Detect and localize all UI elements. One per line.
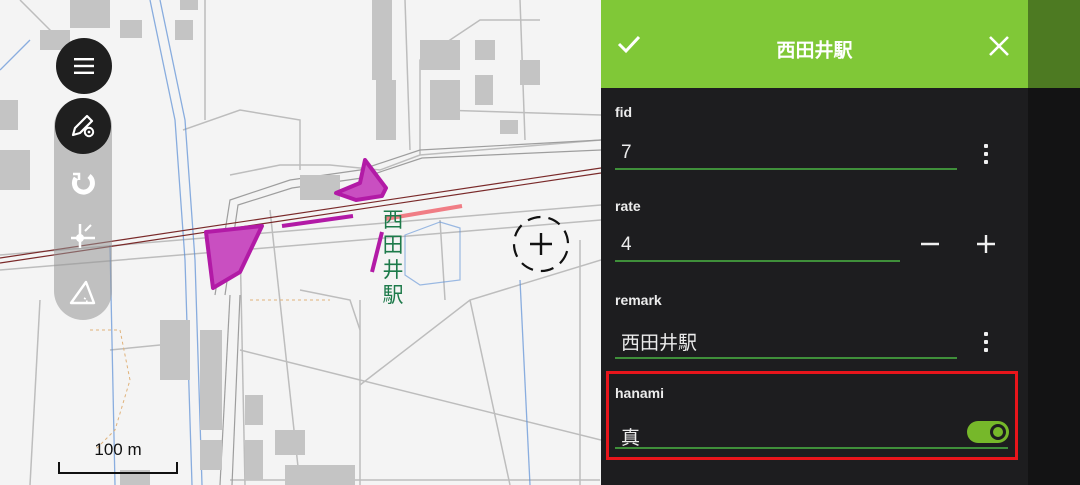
station-label-char: 田 [382,233,404,257]
hanami-toggle[interactable] [967,421,1009,443]
fid-underline [615,168,957,170]
field-label-remark: remark [615,292,662,308]
field-fid: fid 7 [615,100,1015,176]
digitizing-toolbar [54,98,112,320]
fid-more-menu-icon[interactable] [981,143,991,167]
field-hanami: hanami 真 [615,383,1015,453]
station-label-char: 井 [382,258,404,282]
digitize-settings-button[interactable] [55,98,111,154]
form-title: 西田井駅 [776,40,853,62]
fid-input[interactable]: 7 [621,142,632,164]
pencil-gear-icon [71,114,95,138]
form-header: 西田井駅 [601,0,1028,88]
feature-polygon-west[interactable] [204,224,264,290]
side-strip-header [1028,0,1080,88]
close-icon[interactable] [986,33,1012,59]
remark-more-menu-icon[interactable] [981,331,991,355]
station-label-char: 西 [382,208,404,232]
field-label-fid: fid [615,104,633,120]
decrement-button[interactable] [918,232,942,256]
field-label-rate: rate [615,198,641,214]
increment-button[interactable] [974,232,998,256]
field-rate: rate 4 [615,195,1015,271]
map-canvas[interactable]: 西 田 井 駅 100 m [0,0,601,485]
vertex-edit-button[interactable] [55,208,111,264]
toggle-knob [990,424,1006,440]
measure-triangle-icon [69,280,96,305]
rate-underline [615,260,900,262]
station-map-label: 西 田 井 駅 [381,208,405,308]
scale-line [58,462,178,474]
magnet-icon [71,172,95,195]
measure-button[interactable] [55,264,111,320]
main-menu-button[interactable] [56,38,112,94]
remark-input[interactable]: 西田井駅 [621,328,697,355]
station-label-char: 駅 [382,283,404,307]
crosshair-icon [512,215,570,273]
snapping-button[interactable] [55,156,111,212]
hanami-value: 真 [621,428,641,449]
rate-input[interactable]: 4 [621,234,632,256]
feature-form-panel: 西田井駅 fid 7 rate 4 remark 西田井駅 hanami 真 [601,0,1028,485]
field-label-hanami: hanami [615,385,665,401]
vertex-edit-icon [71,224,95,248]
remark-underline [615,357,957,359]
field-remark: remark 西田井駅 [615,288,1015,364]
hamburger-menu-icon [74,58,94,74]
hanami-underline [615,447,1008,449]
scale-bar: 100 m [58,440,180,476]
scale-label: 100 m [94,440,142,459]
